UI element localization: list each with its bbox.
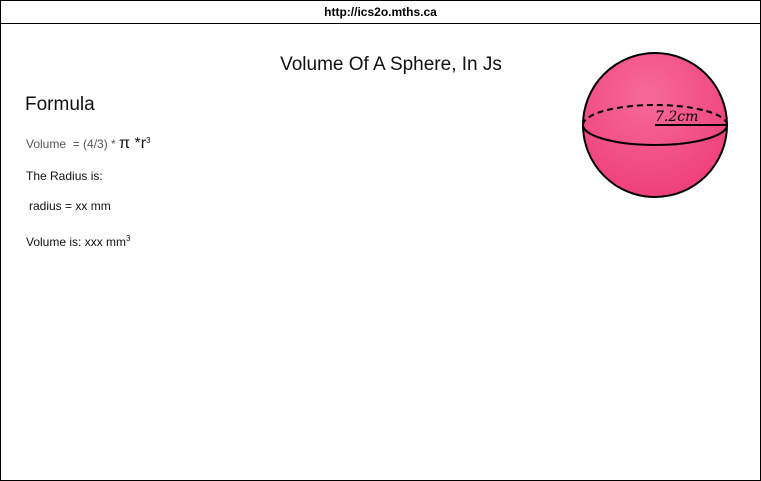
radius-output: radius = xx mm [29,199,111,213]
address-bar[interactable]: http://ics2o.mths.ca [1,1,760,24]
page-title: Volume Of A Sphere, In Js [280,54,502,75]
radius-text: radius = xx mm [29,199,111,213]
formula-text: Volume = (4/3) * π *r3 [26,135,151,153]
volume-text: Volume is: xxx mm [26,235,127,249]
formula-exponent: 3 [146,136,151,145]
formula-prefix: Volume = (4/3) * [26,137,120,151]
formula-heading: Formula [25,94,95,115]
volume-output: Volume is: xxx mm3 [26,234,130,249]
radius-label: The Radius is: [26,169,103,183]
volume-exponent: 3 [126,234,131,243]
formula-times-r: *r [130,135,147,152]
radius-measure-label: 7.2cm [655,109,698,125]
sphere-image: 7.2cm [582,52,728,198]
browser-window: http://ics2o.mths.ca Volume Of A Sphere,… [0,0,761,481]
pi-symbol: π [119,135,131,152]
